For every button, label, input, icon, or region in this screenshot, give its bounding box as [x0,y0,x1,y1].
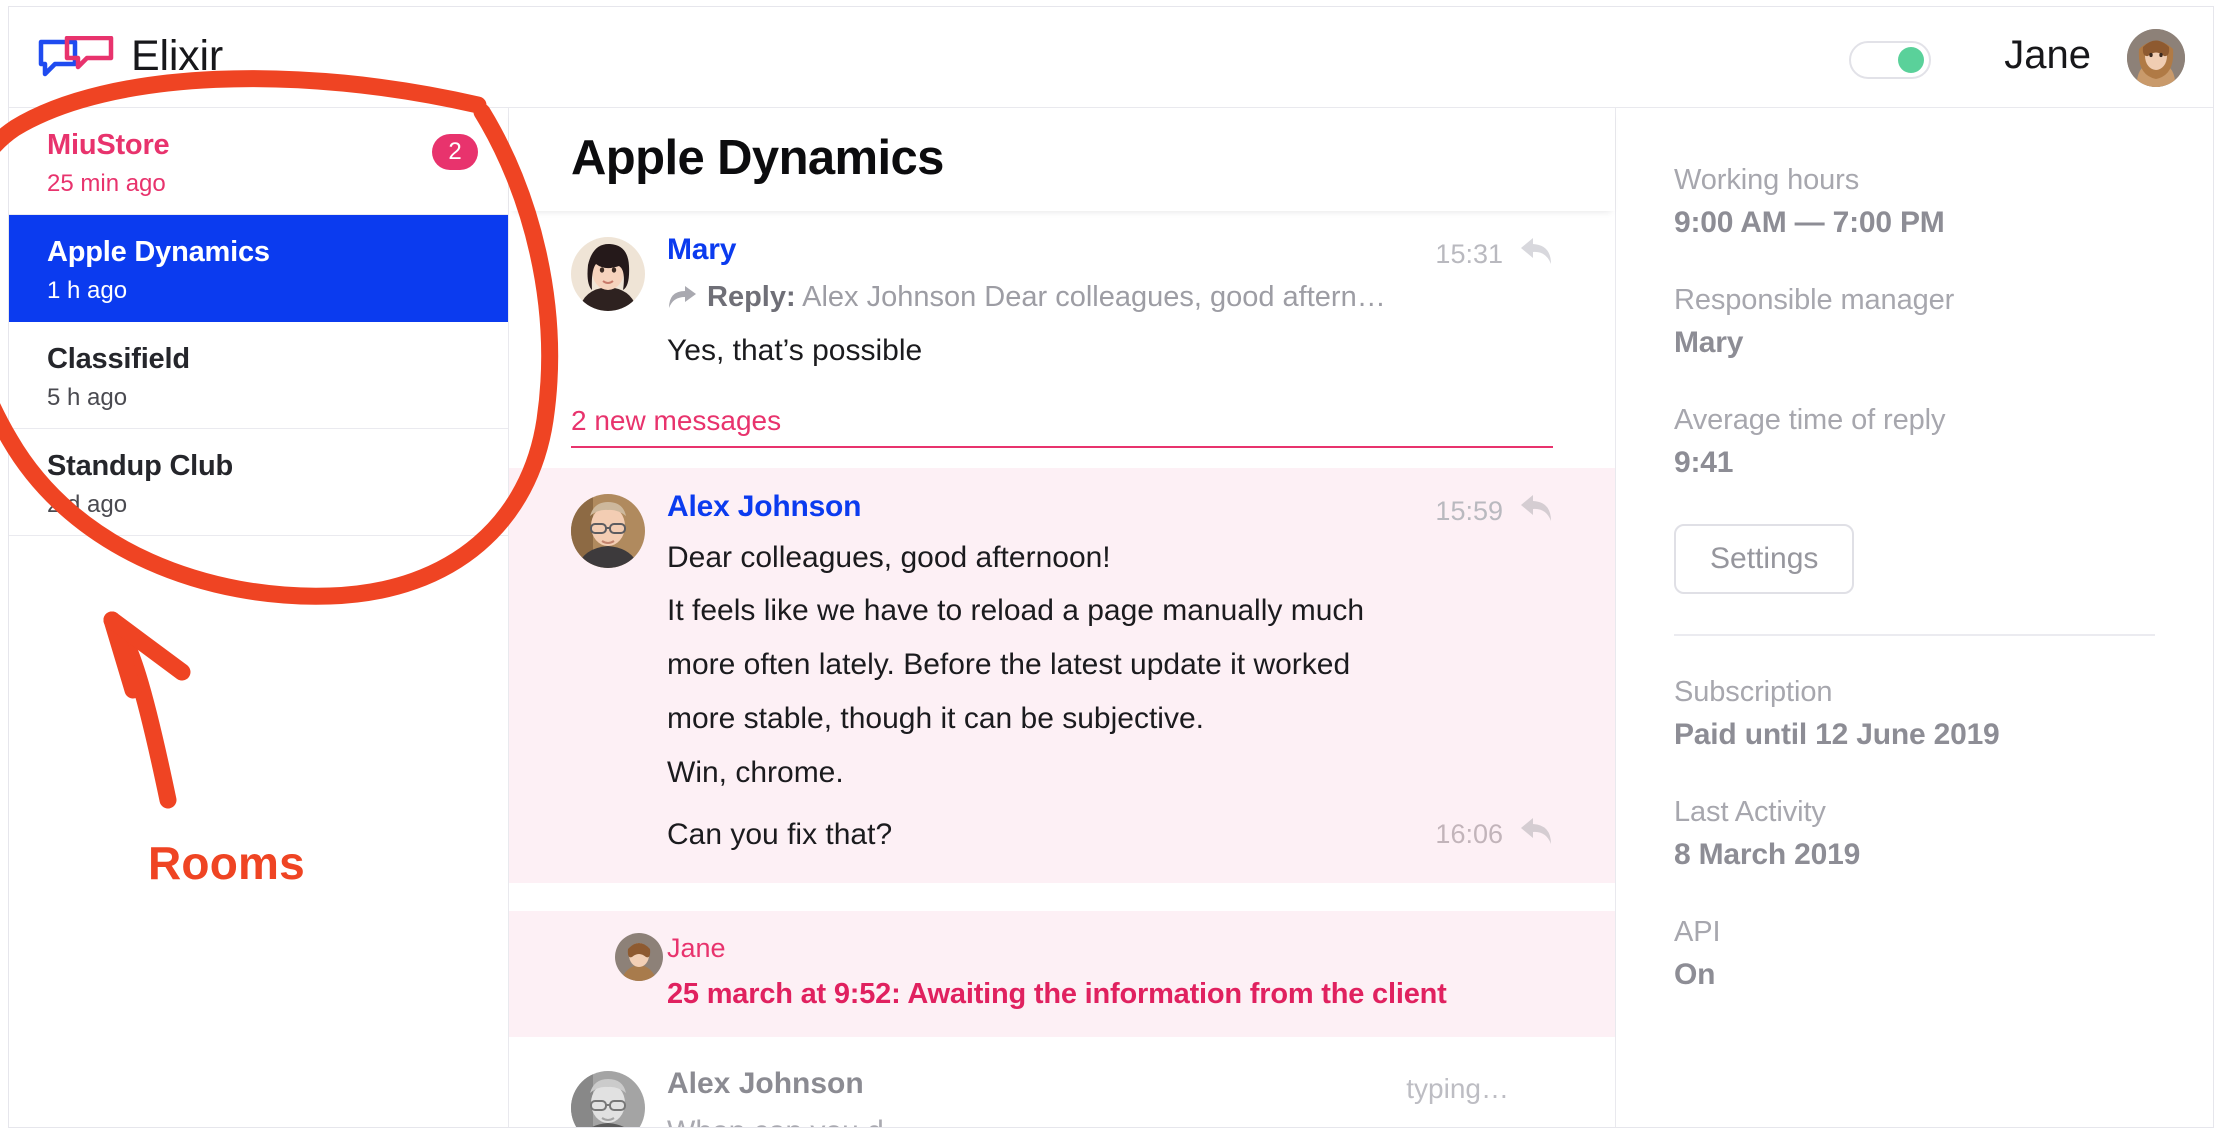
detail-last-activity: Last Activity 8 March 2019 [1674,796,2155,872]
detail-responsible-manager: Responsible manager Mary [1674,284,2155,360]
app-header: Elixir Jane [9,7,2213,108]
message-sender: Mary [667,233,737,266]
avatar[interactable] [2127,29,2185,87]
note-author: Jane [667,932,726,963]
quoted-reply: Reply: Alex Johnson Dear colleagues, goo… [667,279,1553,317]
field-value: Paid until 12 June 2019 [1674,718,2000,751]
field-label: Working hours [1674,164,1860,196]
message-text: Dear colleagues, good afternoon! [667,540,1111,574]
page-title: Apple Dynamics [571,131,944,185]
field-label: Responsible manager [1674,284,1955,316]
field-label: Subscription [1674,676,1833,708]
app-window: Elixir Jane MiuStore 25 min ago 2 Apple … [8,6,2214,1128]
message-text: It feels like we have to reload a page m… [667,594,1365,628]
typing-indicator-item: Alex Johnson typing… When can you d… [509,1037,1615,1127]
message-timestamp: 15:31 [1435,239,1503,269]
field-label: Last Activity [1674,796,1826,828]
field-value: 9:41 [1674,446,1734,479]
field-value: 9:00 AM — 7:00 PM [1674,206,1945,239]
settings-button[interactable]: Settings [1674,524,1855,594]
message-text: more stable, though it can be subjective… [667,702,1204,736]
quote-text: Alex Johnson Dear colleagues, good after… [802,281,1386,313]
message-timestamp: 15:59 [1435,495,1503,526]
toggle-knob-icon [1898,47,1924,73]
sidebar-item-apple-dynamics[interactable]: Apple Dynamics 1 h ago [9,215,508,322]
room-timestamp: 25 min ago [47,170,166,197]
room-timestamp: 2 d ago [47,491,128,518]
field-value: On [1674,958,1716,991]
quote-label: Reply: [707,281,796,313]
internal-note: Jane 25 march at 9:52: Awaiting the info… [509,910,1615,1037]
status-badge: 2 [432,134,478,170]
annotation-label: Rooms [148,837,305,889]
sidebar-item-standup-club[interactable]: Standup Club 2 d ago [9,429,508,536]
message-text: Can you fix that? [667,818,893,852]
reply-arrow-icon[interactable] [1519,235,1553,267]
message-item: Mary 15:31 Reply: Alex Johnson Dear coll… [509,211,1615,383]
typing-status: typing… [1406,1072,1509,1104]
field-value: 8 March 2019 [1674,838,1861,871]
message-list: Mary 15:31 Reply: Alex Johnson Dear coll… [509,211,1615,1127]
avatar[interactable] [571,493,645,568]
panel-divider [1674,634,2155,636]
note-text: 25 march at 9:52: Awaiting the informati… [667,977,1447,1010]
field-label: Average time of reply [1674,404,1946,436]
avatar[interactable] [571,1070,645,1127]
new-messages-label: 2 new messages [571,404,782,436]
status-toggle[interactable] [1849,41,1931,79]
field-value: Mary [1674,326,1744,359]
room-name: Classifield [47,343,190,375]
avatar[interactable] [571,237,645,311]
room-name: Standup Club [47,450,234,482]
room-name: MiuStore [47,129,170,161]
forward-arrow-icon [667,283,697,309]
room-timestamp: 1 h ago [47,277,128,304]
details-panel: Working hours 9:00 AM — 7:00 PM Responsi… [1615,108,2213,1127]
app-title: Elixir [131,32,223,80]
rooms-sidebar: MiuStore 25 min ago 2 Apple Dynamics 1 h… [9,108,509,1127]
chat-panel: Apple Dynamics Mary 15:31 Reply: Alex Jo… [509,108,1615,1127]
message-text: Yes, that’s possible [667,333,923,367]
avatar[interactable] [615,932,663,981]
sidebar-item-classifield[interactable]: Classifield 5 h ago [9,322,508,429]
reply-arrow-icon[interactable] [1519,492,1553,524]
reply-arrow-icon[interactable] [1519,815,1553,847]
detail-subscription: Subscription Paid until 12 June 2019 [1674,676,2155,752]
field-label: API [1674,916,1721,948]
message-sender: Alex Johnson [667,489,862,523]
double-chat-bubble-icon [37,35,115,80]
detail-average-reply-time: Average time of reply 9:41 [1674,404,2155,480]
current-user-name: Jane [2004,33,2091,77]
sidebar-item-miustore[interactable]: MiuStore 25 min ago 2 [9,108,508,215]
message-text: more often lately. Before the latest upd… [667,648,1351,682]
message-timestamp: 16:06 [1435,819,1503,850]
message-item: Alex Johnson 15:59 Dear colleagues, good… [509,467,1615,883]
room-timestamp: 5 h ago [47,384,128,411]
detail-api: API On [1674,916,2155,992]
message-text: Win, chrome. [667,756,844,790]
room-name: Apple Dynamics [47,236,270,268]
typing-preview: When can you d… [667,1115,1553,1127]
detail-working-hours: Working hours 9:00 AM — 7:00 PM [1674,164,2155,240]
new-messages-divider: 2 new messages [571,405,1553,448]
chat-header: Apple Dynamics [509,108,1615,211]
divider-line [571,445,1553,448]
